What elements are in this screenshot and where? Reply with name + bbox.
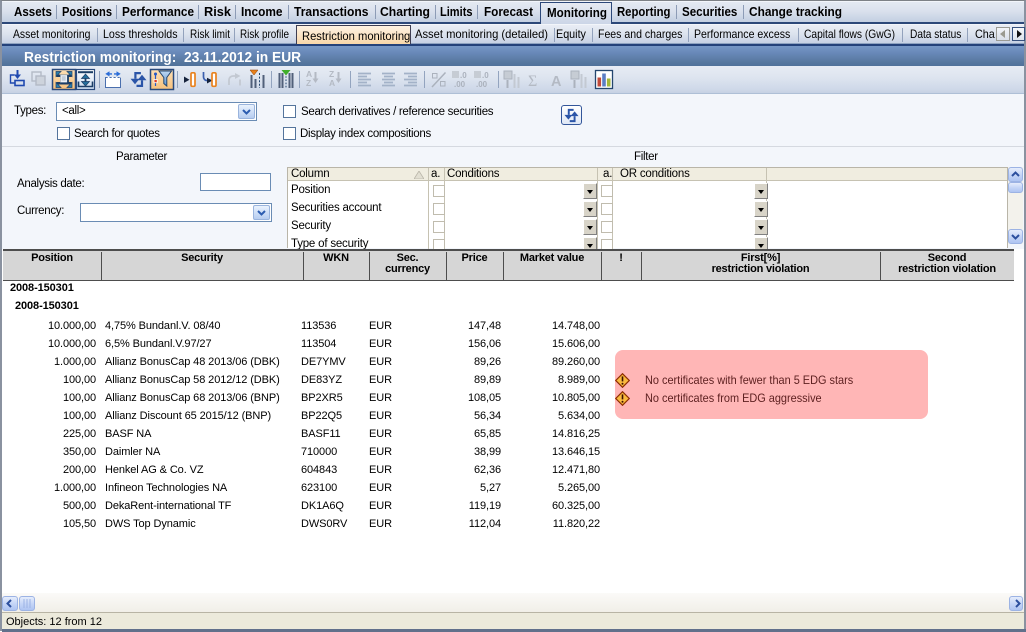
svg-text:.0: .0: [460, 71, 467, 80]
svg-text:.00: .00: [476, 80, 488, 89]
svg-text:.00: .00: [454, 80, 466, 89]
svg-text:Σ: Σ: [528, 73, 537, 90]
svg-text:.0: .0: [482, 71, 489, 80]
svg-text:A: A: [551, 74, 562, 90]
svg-text:A: A: [329, 78, 335, 88]
svg-text:Z: Z: [306, 78, 311, 88]
